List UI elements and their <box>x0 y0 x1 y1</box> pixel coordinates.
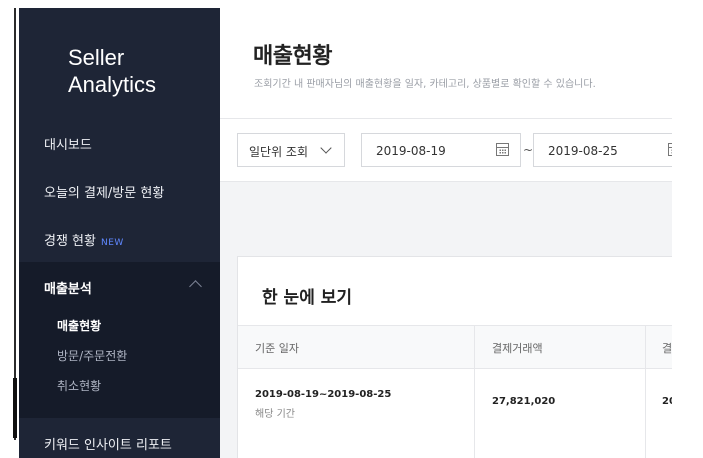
period-select-value: 일단위 조회 <box>249 145 309 159</box>
sidebar: Seller Analytics 대시보드 오늘의 결제/방문 현황 경쟁 현황… <box>19 8 220 458</box>
summary-title: 한 눈에 보기 <box>262 288 353 308</box>
page-description: 조회기간 내 판매자님의 매출현황을 일자, 카테고리, 상품별로 확인할 수 … <box>254 79 596 90</box>
column-divider <box>474 325 475 458</box>
partial-cell: 20 <box>662 396 672 407</box>
window-edge <box>0 0 17 458</box>
page-header: 매출현황 조회기간 내 판매자님의 매출현황을 일자, 카테고리, 상품별로 확… <box>220 8 672 118</box>
end-date-input[interactable]: 2019-08-25 <box>533 133 672 167</box>
sidebar-item-keyword-report[interactable]: 키워드 인사이트 리포트 <box>44 434 172 453</box>
brand-logo[interactable]: Seller Analytics <box>68 44 156 98</box>
sidebar-subitem-sales-status[interactable]: 매출현황 <box>57 317 101 334</box>
sidebar-item-label: 키워드 인사이트 리포트 <box>44 438 172 453</box>
summary-table-header: 기준 일자 결제거래액 결 <box>238 325 672 369</box>
start-date-input[interactable]: 2019-08-19 <box>361 133 521 167</box>
chevron-up-icon[interactable] <box>189 280 202 293</box>
sidebar-item-dashboard[interactable]: 대시보드 <box>44 134 92 153</box>
column-divider <box>645 325 646 458</box>
calendar-icon[interactable] <box>496 143 509 156</box>
sidebar-subitem-visit-conversion[interactable]: 방문/주문전환 <box>57 347 127 364</box>
summary-card: 한 눈에 보기 기준 일자 결제거래액 결 2019-08-19~2019-08… <box>237 256 672 458</box>
sidebar-item-label: 오늘의 결제/방문 현황 <box>44 186 165 201</box>
new-badge: NEW <box>100 238 124 248</box>
chevron-down-icon <box>320 142 332 154</box>
amount-cell: 27,821,020 <box>492 396 556 407</box>
sidebar-section-title[interactable]: 매출분석 <box>44 278 92 297</box>
page-title: 매출현황 <box>253 44 332 69</box>
date-separator: ~ <box>523 143 534 157</box>
sidebar-item-label: 대시보드 <box>44 138 92 153</box>
period-select[interactable]: 일단위 조회 <box>237 133 345 167</box>
column-header: 결 <box>662 342 672 355</box>
edge-bar <box>14 8 16 440</box>
start-date-value: 2019-08-19 <box>376 144 446 158</box>
end-date-value: 2019-08-25 <box>548 144 618 158</box>
sidebar-item-today-status[interactable]: 오늘의 결제/방문 현황 <box>44 182 164 201</box>
column-header: 결제거래액 <box>492 342 543 355</box>
date-range-subtext: 해당 기간 <box>255 409 295 420</box>
filter-bar: 일단위 조회 2019-08-19 ~ 2019-08-25 <box>220 118 672 182</box>
sidebar-subitem-cancellation[interactable]: 취소현황 <box>57 377 101 394</box>
column-header: 기준 일자 <box>255 342 299 355</box>
date-range-cell: 2019-08-19~2019-08-25 <box>255 389 392 400</box>
main-content: 매출현황 조회기간 내 판매자님의 매출현황을 일자, 카테고리, 상품별로 확… <box>220 8 672 458</box>
app-window: Seller Analytics 대시보드 오늘의 결제/방문 현황 경쟁 현황… <box>0 0 703 458</box>
sidebar-item-label: 경쟁 현황 <box>44 234 96 249</box>
sidebar-item-competition[interactable]: 경쟁 현황 NEW <box>44 230 124 249</box>
sidebar-section-sales: 매출분석 매출현황 방문/주문전환 취소현황 <box>19 262 220 418</box>
edge-handle[interactable] <box>13 378 17 438</box>
calendar-icon[interactable] <box>668 143 672 156</box>
